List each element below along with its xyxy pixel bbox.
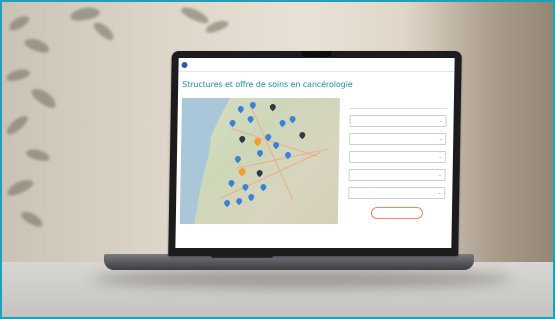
map-marker-icon[interactable] (259, 182, 268, 192)
chevron-down-icon: ⌄ (437, 190, 442, 195)
chevron-down-icon: ⌄ (438, 172, 442, 177)
map-marker-icon[interactable] (298, 130, 307, 140)
map-marker-icon[interactable] (278, 118, 287, 128)
map-marker-icon[interactable] (234, 196, 244, 206)
laptop-screen: Structures et offre de soins en cancérol… (168, 51, 462, 256)
map-marker-icon[interactable] (228, 118, 237, 128)
map-marker-icon[interactable] (238, 134, 247, 144)
map-marker-icon[interactable] (236, 104, 246, 114)
filter-select[interactable]: ⌄ (348, 151, 447, 163)
map-marker-icon[interactable] (255, 148, 265, 158)
map-marker-icon[interactable] (288, 114, 297, 124)
site-logo-icon[interactable] (181, 62, 188, 68)
website-page: Structures et offre de soins en cancérol… (175, 58, 455, 248)
photo-scene: Structures et offre de soins en cancérol… (0, 0, 555, 319)
map-marker-icon[interactable] (268, 102, 278, 112)
chevron-down-icon: ⌄ (438, 136, 443, 141)
site-header (178, 58, 455, 72)
map-marker-icon[interactable] (227, 178, 236, 188)
filter-panel: ⌄ ⌄ ⌄ ⌄ ⌄ (348, 98, 447, 219)
page-title: Structures et offre de soins en cancérol… (182, 80, 353, 89)
laptop-base (104, 254, 474, 270)
plant-shadow (0, 0, 230, 270)
map-road (235, 148, 330, 169)
map-marker-icon[interactable] (246, 192, 256, 202)
map-marker-icon[interactable] (255, 168, 264, 178)
laptop-shadow (92, 270, 512, 288)
map-marker-icon[interactable] (248, 100, 258, 110)
filter-select[interactable]: ⌄ (349, 133, 447, 145)
chevron-down-icon: ⌄ (438, 154, 442, 159)
chevron-down-icon: ⌄ (439, 118, 443, 123)
filter-select[interactable]: ⌄ (348, 169, 446, 181)
camera-notch (301, 51, 332, 57)
map-marker-icon[interactable] (271, 140, 281, 150)
map-marker-icon[interactable] (233, 154, 243, 164)
filter-select[interactable]: ⌄ (348, 187, 446, 199)
map-marker-icon[interactable] (246, 114, 255, 124)
map-sea (180, 98, 230, 224)
map[interactable] (179, 98, 340, 224)
map-marker-icon[interactable] (222, 198, 232, 208)
reset-filters-button[interactable] (370, 207, 423, 219)
filter-panel-header (349, 98, 447, 109)
filter-select[interactable]: ⌄ (349, 115, 447, 127)
